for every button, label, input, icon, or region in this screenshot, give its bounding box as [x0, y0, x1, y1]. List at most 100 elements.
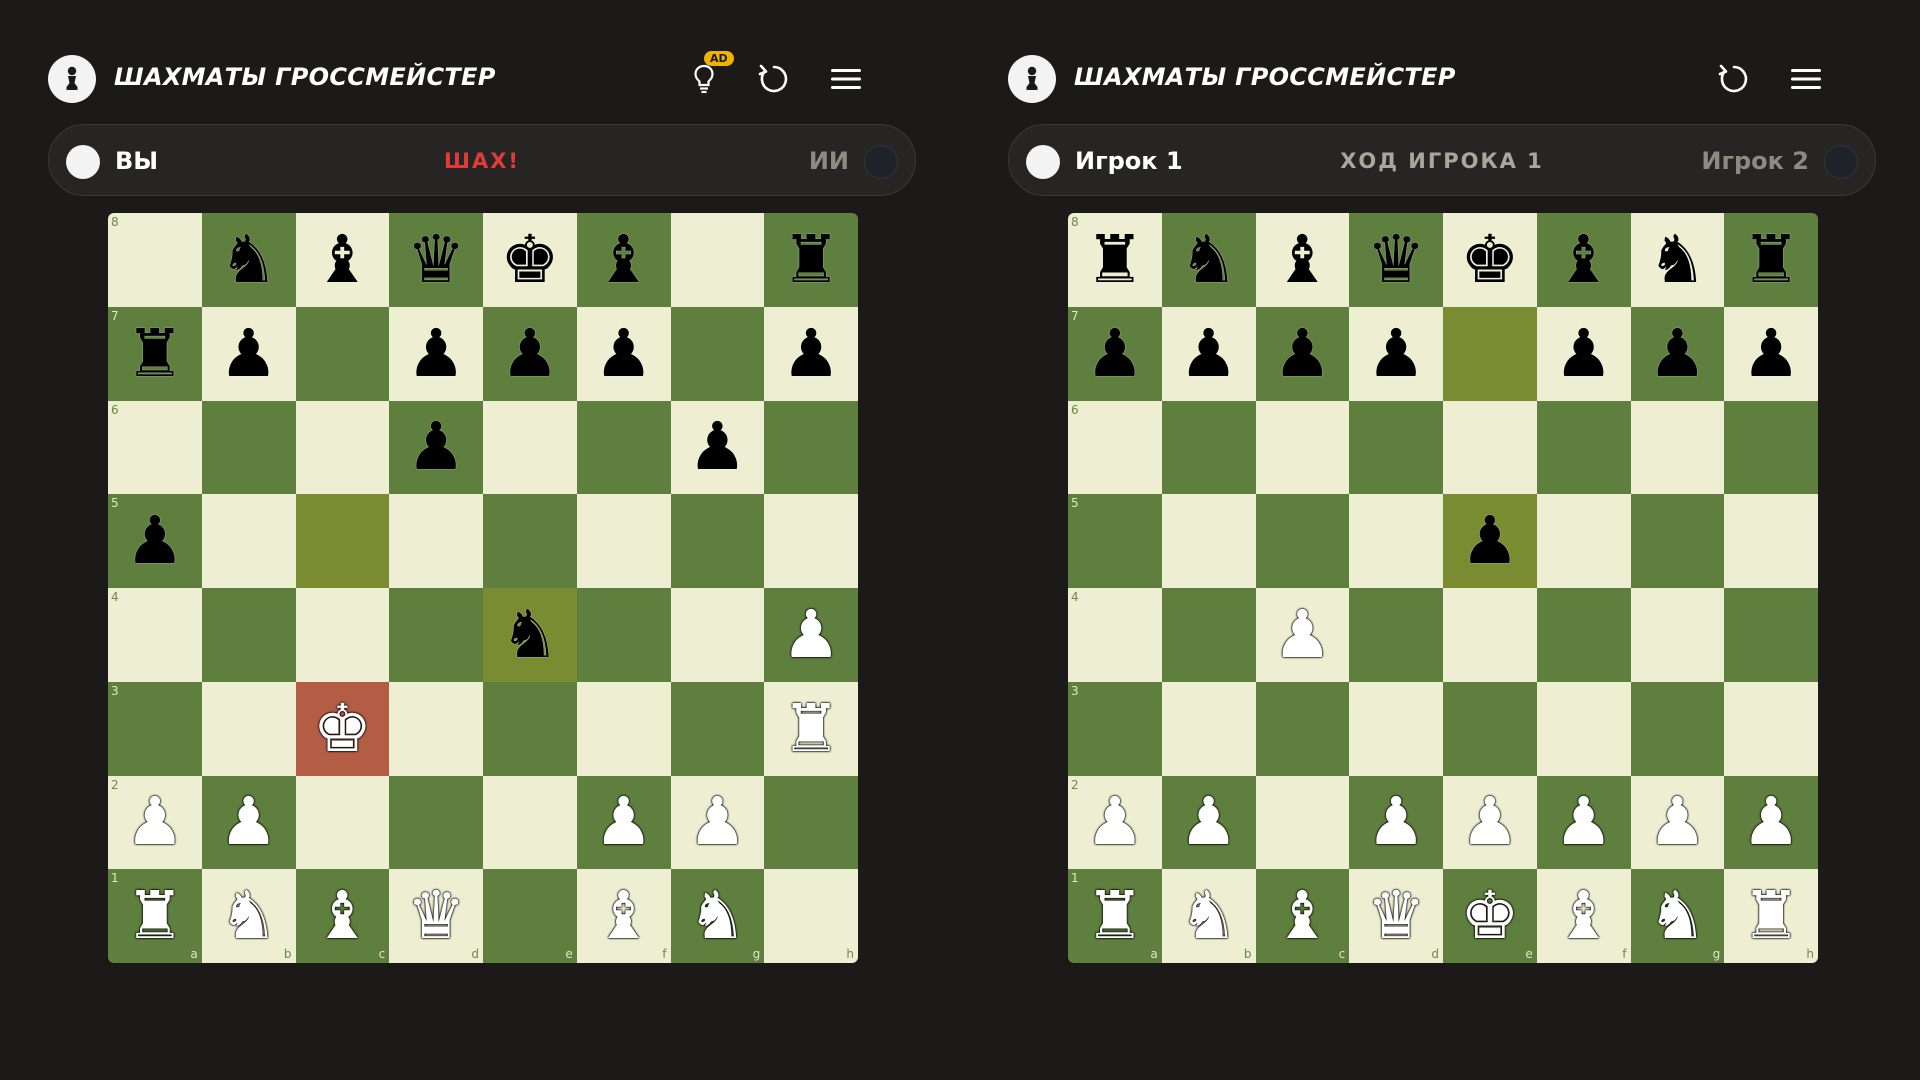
square-b4[interactable]	[1161, 588, 1256, 682]
square-c3[interactable]: ♚	[295, 681, 390, 776]
square-e8[interactable]: ♚	[483, 213, 577, 307]
square-b6[interactable]	[1161, 400, 1256, 495]
white-pawn-piece[interactable]: ♟	[1179, 789, 1238, 855]
square-h7[interactable]: ♟	[1724, 306, 1818, 401]
square-h7[interactable]: ♟	[764, 306, 858, 401]
square-c5[interactable]	[295, 494, 390, 588]
square-c1[interactable]: c ♝	[295, 869, 390, 963]
black-pawn-piece[interactable]: ♟	[407, 320, 466, 387]
square-h1[interactable]: h	[764, 869, 858, 963]
white-pawn-piece[interactable]: ♟	[688, 789, 747, 855]
square-b7[interactable]: ♟	[201, 306, 296, 401]
square-d8[interactable]: ♛	[1349, 213, 1443, 307]
white-king-piece[interactable]: ♚	[313, 695, 372, 762]
menu-button[interactable]	[826, 59, 866, 99]
square-c6[interactable]	[295, 400, 390, 495]
square-h6[interactable]	[1724, 400, 1818, 495]
square-h8[interactable]: ♜	[764, 213, 858, 307]
square-e5[interactable]: ♟	[1443, 494, 1537, 588]
square-e4[interactable]: ♞	[483, 588, 577, 682]
square-g2[interactable]: ♟	[1630, 775, 1725, 870]
white-knight-piece[interactable]: ♞	[688, 883, 747, 949]
square-f5[interactable]	[576, 494, 671, 588]
square-a4[interactable]: 4	[108, 588, 202, 682]
square-a8[interactable]: 8	[108, 213, 202, 307]
square-h2[interactable]	[764, 775, 858, 870]
square-h1[interactable]: h ♜	[1724, 869, 1818, 963]
white-queen-piece[interactable]: ♛	[407, 883, 466, 949]
black-rook-piece[interactable]: ♜	[1742, 226, 1801, 293]
square-e1[interactable]: e	[483, 869, 577, 963]
square-h4[interactable]: ♟	[764, 588, 858, 682]
white-rook-piece[interactable]: ♜	[782, 695, 841, 762]
black-pawn-piece[interactable]: ♟	[500, 320, 559, 387]
white-bishop-piece[interactable]: ♝	[1273, 883, 1332, 949]
square-c7[interactable]: ♟	[1255, 306, 1350, 401]
square-g4[interactable]	[670, 588, 765, 682]
white-pawn-piece[interactable]: ♟	[1367, 789, 1426, 855]
square-a7[interactable]: 7 ♟	[1068, 306, 1162, 401]
square-d2[interactable]: ♟	[1349, 775, 1443, 870]
black-knight-piece[interactable]: ♞	[1179, 226, 1238, 293]
square-a2[interactable]: 2 ♟	[108, 775, 202, 870]
square-b5[interactable]	[201, 494, 296, 588]
white-pawn-piece[interactable]: ♟	[782, 601, 841, 668]
square-g3[interactable]	[1630, 681, 1725, 776]
menu-button[interactable]	[1786, 59, 1826, 99]
white-pawn-piece[interactable]: ♟	[1742, 789, 1801, 855]
square-g1[interactable]: g ♞	[670, 869, 765, 963]
black-rook-piece[interactable]: ♜	[782, 226, 841, 293]
black-pawn-piece[interactable]: ♟	[407, 414, 466, 480]
square-g2[interactable]: ♟	[670, 775, 765, 870]
black-king-piece[interactable]: ♚	[1460, 226, 1519, 293]
white-knight-piece[interactable]: ♞	[1648, 883, 1707, 949]
square-f4[interactable]	[576, 588, 671, 682]
black-king-piece[interactable]: ♚	[500, 226, 559, 293]
square-e2[interactable]: ♟	[1443, 775, 1537, 870]
square-h5[interactable]	[764, 494, 858, 588]
square-b5[interactable]	[1161, 494, 1256, 588]
white-pawn-piece[interactable]: ♟	[1648, 789, 1707, 855]
white-bishop-piece[interactable]: ♝	[313, 883, 372, 949]
black-pawn-piece[interactable]: ♟	[1554, 320, 1613, 387]
white-rook-piece[interactable]: ♜	[1085, 883, 1144, 949]
square-e7[interactable]: ♟	[483, 306, 577, 401]
white-knight-piece[interactable]: ♞	[219, 883, 278, 949]
square-a7[interactable]: 7 ♜	[108, 306, 202, 401]
square-a3[interactable]: 3	[108, 681, 202, 776]
restart-button[interactable]	[1714, 59, 1754, 99]
white-queen-piece[interactable]: ♛	[1367, 883, 1426, 949]
square-a5[interactable]: 5	[1068, 494, 1162, 588]
black-pawn-piece[interactable]: ♟	[1179, 320, 1238, 387]
square-e6[interactable]	[1443, 400, 1537, 495]
square-b8[interactable]: ♞	[1161, 213, 1256, 307]
black-bishop-piece[interactable]: ♝	[313, 226, 372, 293]
black-bishop-piece[interactable]: ♝	[1273, 226, 1332, 293]
square-g8[interactable]	[670, 213, 765, 307]
black-queen-piece[interactable]: ♛	[1367, 226, 1426, 293]
square-d3[interactable]	[389, 681, 483, 776]
square-b7[interactable]: ♟	[1161, 306, 1256, 401]
square-d1[interactable]: d ♛	[1349, 869, 1443, 963]
square-a2[interactable]: 2 ♟	[1068, 775, 1162, 870]
black-pawn-piece[interactable]: ♟	[219, 320, 278, 387]
white-pawn-piece[interactable]: ♟	[1554, 789, 1613, 855]
black-pawn-piece[interactable]: ♟	[1367, 320, 1426, 387]
square-b8[interactable]: ♞	[201, 213, 296, 307]
black-pawn-piece[interactable]: ♟	[1273, 320, 1332, 387]
square-b1[interactable]: b ♞	[1161, 869, 1256, 963]
square-d5[interactable]	[389, 494, 483, 588]
square-e5[interactable]	[483, 494, 577, 588]
square-c2[interactable]	[295, 775, 390, 870]
square-a6[interactable]: 6	[1068, 400, 1162, 495]
square-c8[interactable]: ♝	[295, 213, 390, 307]
black-bishop-piece[interactable]: ♝	[1554, 226, 1613, 293]
square-a6[interactable]: 6	[108, 400, 202, 495]
chess-board[interactable]: 8 ♜ ♞ ♝ ♛ ♚ ♝ ♞ ♜ 7 ♟ ♟ ♟ ♟ ♟ ♟ ♟ 6 5 ♟ 4 ♟ 3 2 ♟ ♟ ♟ ♟ ♟ ♟ ♟ 1 a ♜ b ♞ c ♝ d ♛…	[1068, 213, 1818, 963]
square-d7[interactable]: ♟	[389, 306, 483, 401]
square-d4[interactable]	[1349, 588, 1443, 682]
black-bishop-piece[interactable]: ♝	[594, 226, 653, 293]
black-queen-piece[interactable]: ♛	[407, 226, 466, 293]
square-e6[interactable]	[483, 400, 577, 495]
square-h6[interactable]	[764, 400, 858, 495]
